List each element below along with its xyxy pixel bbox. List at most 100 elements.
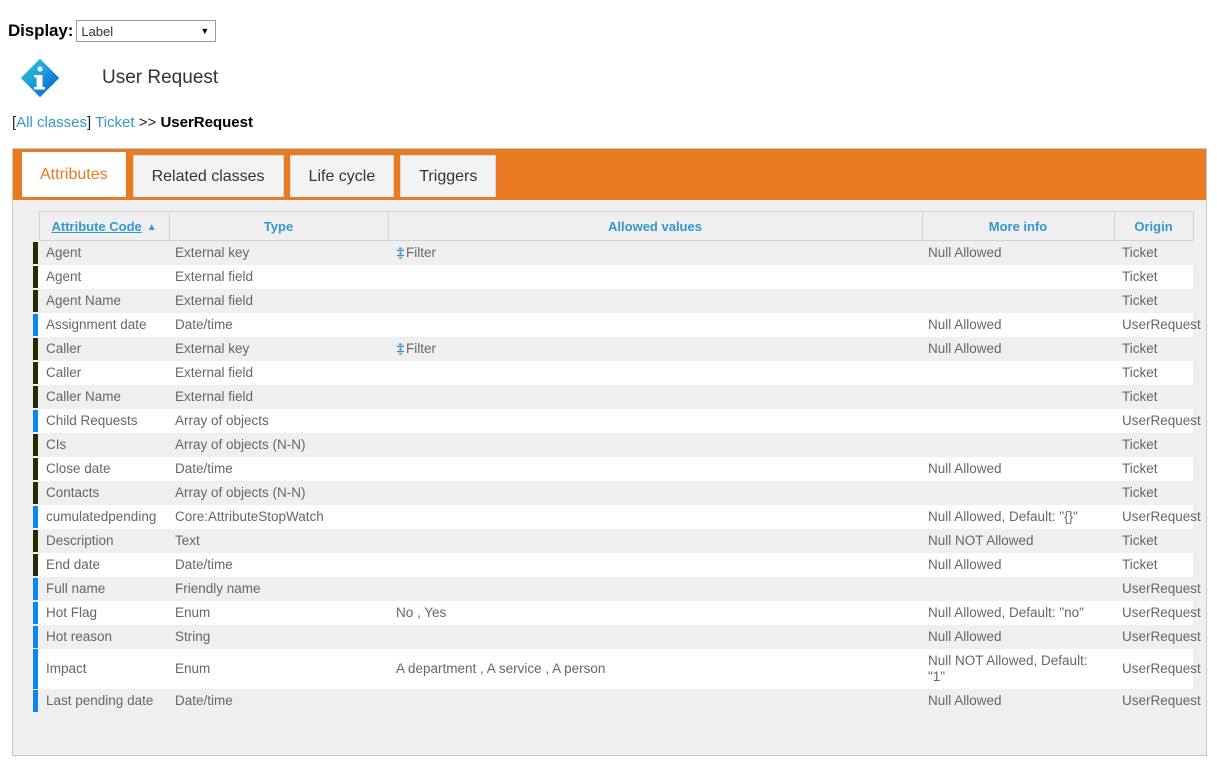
column-header-allowed-values[interactable]: Allowed values: [388, 212, 922, 241]
origin-marker-bar: [33, 242, 38, 264]
cell-allowed-values: [388, 265, 922, 289]
display-label: Display:: [8, 21, 73, 41]
cell-origin: UserRequest: [1114, 505, 1193, 529]
tab-related-classes[interactable]: Related classes: [133, 155, 284, 197]
cell-allowed-values: [388, 689, 922, 713]
table-row[interactable]: Agent NameExternal fieldTicket: [33, 289, 1193, 313]
class-header: User Request: [0, 44, 1217, 100]
cell-origin: Ticket: [1114, 457, 1193, 481]
info-diamond-icon: [16, 54, 64, 102]
cell-more-info: [922, 289, 1114, 313]
cell-more-info: Null Allowed: [922, 625, 1114, 649]
cell-attribute-code: Hot Flag: [39, 601, 169, 625]
cell-allowed-values: [388, 481, 922, 505]
display-select-value: Label: [81, 24, 200, 39]
breadcrumb-all-classes-link[interactable]: All classes: [16, 114, 87, 131]
display-toolbar: Display: Label ▼: [0, 0, 1217, 44]
cell-origin: UserRequest: [1114, 649, 1193, 689]
cell-origin: UserRequest: [1114, 409, 1193, 433]
table-row[interactable]: AgentExternal fieldTicket: [33, 265, 1193, 289]
cell-allowed-values: [388, 553, 922, 577]
cell-attribute-code: Close date: [39, 457, 169, 481]
tab-attributes[interactable]: Attributes: [21, 151, 127, 197]
display-select[interactable]: Label ▼: [76, 20, 216, 42]
cell-origin: UserRequest: [1114, 625, 1193, 649]
cell-allowed-values: [388, 385, 922, 409]
tab-attributes-label: Attributes: [40, 166, 108, 184]
cell-type: Friendly name: [169, 577, 388, 601]
table-row[interactable]: Caller NameExternal fieldTicket: [33, 385, 1193, 409]
table-row[interactable]: Hot reasonStringNull AllowedUserRequest: [33, 625, 1193, 649]
cell-origin: Ticket: [1114, 481, 1193, 505]
cell-more-info: Null NOT Allowed: [922, 529, 1114, 553]
cell-more-info: Null NOT Allowed, Default: "1": [922, 649, 1114, 689]
table-row[interactable]: CallerExternal fieldTicket: [33, 361, 1193, 385]
cell-origin: UserRequest: [1114, 313, 1193, 337]
column-header-attribute-code-label: Attribute Code: [52, 219, 142, 234]
sort-ascending-icon: ▲: [147, 222, 157, 233]
table-row[interactable]: CallerExternal keyFilterNull AllowedTick…: [33, 337, 1193, 361]
table-row[interactable]: End dateDate/timeNull AllowedTicket: [33, 553, 1193, 577]
cell-more-info: [922, 433, 1114, 457]
column-header-attribute-code[interactable]: Attribute Code ▲: [39, 212, 169, 241]
cell-type: Text: [169, 529, 388, 553]
table-header-row: Attribute Code ▲ Type Allowed values More…: [33, 212, 1193, 241]
origin-marker-bar: [33, 690, 38, 712]
cell-more-info: [922, 361, 1114, 385]
cell-type: External field: [169, 385, 388, 409]
cell-type: External key: [169, 337, 388, 361]
column-header-more-info[interactable]: More info: [922, 212, 1114, 241]
tab-life-cycle[interactable]: Life cycle: [290, 155, 395, 197]
table-row[interactable]: DescriptionTextNull NOT AllowedTicket: [33, 529, 1193, 553]
cell-type: External field: [169, 361, 388, 385]
cell-attribute-code: Child Requests: [39, 409, 169, 433]
table-row[interactable]: Child RequestsArray of objectsUserReques…: [33, 409, 1193, 433]
breadcrumb: [All classes] Ticket >> UserRequest: [0, 100, 1217, 136]
cell-more-info: Null Allowed: [922, 553, 1114, 577]
cell-more-info: Null Allowed: [922, 689, 1114, 713]
tab-triggers[interactable]: Triggers: [400, 155, 496, 197]
cell-origin: UserRequest: [1114, 577, 1193, 601]
table-row[interactable]: CIsArray of objects (N-N)Ticket: [33, 433, 1193, 457]
attributes-table-body: AgentExternal keyFilterNull AllowedTicke…: [33, 241, 1193, 713]
table-row[interactable]: Last pending dateDate/timeNull AllowedUs…: [33, 689, 1193, 713]
cell-type: Array of objects (N-N): [169, 481, 388, 505]
origin-marker-bar: [33, 386, 38, 408]
cell-more-info: Null Allowed: [922, 313, 1114, 337]
cell-attribute-code: Agent: [39, 241, 169, 265]
table-row[interactable]: Close dateDate/timeNull AllowedTicket: [33, 457, 1193, 481]
origin-marker-bar: [33, 554, 38, 576]
table-row[interactable]: AgentExternal keyFilterNull AllowedTicke…: [33, 241, 1193, 265]
cell-more-info: Null Allowed, Default: "no": [922, 601, 1114, 625]
table-row[interactable]: Hot FlagEnumNo , YesNull Allowed, Defaul…: [33, 601, 1193, 625]
cell-allowed-values: No , Yes: [388, 601, 922, 625]
table-row[interactable]: ContactsArray of objects (N-N)Ticket: [33, 481, 1193, 505]
origin-marker-bar: [33, 649, 38, 689]
cell-allowed-values: A department , A service , A person: [388, 649, 922, 689]
cell-origin: UserRequest: [1114, 689, 1193, 713]
table-row[interactable]: cumulatedpendingCore:AttributeStopWatchN…: [33, 505, 1193, 529]
cell-more-info: [922, 265, 1114, 289]
column-header-origin[interactable]: Origin: [1114, 212, 1193, 241]
breadcrumb-parent-link[interactable]: Ticket: [95, 114, 134, 131]
cell-type: Date/time: [169, 313, 388, 337]
column-header-type[interactable]: Type: [169, 212, 388, 241]
chevron-down-icon: ▼: [200, 27, 209, 36]
table-row[interactable]: Assignment dateDate/timeNull AllowedUser…: [33, 313, 1193, 337]
cell-origin: Ticket: [1114, 529, 1193, 553]
cell-allowed-values: [388, 409, 922, 433]
cell-type: Enum: [169, 601, 388, 625]
origin-marker-bar: [33, 314, 38, 336]
cell-origin: UserRequest: [1114, 601, 1193, 625]
cell-attribute-code: End date: [39, 553, 169, 577]
cell-type: External field: [169, 289, 388, 313]
cell-origin: Ticket: [1114, 553, 1193, 577]
origin-marker-bar: [33, 626, 38, 648]
origin-marker-bar: [33, 434, 38, 456]
origin-marker-bar: [33, 362, 38, 384]
table-row[interactable]: Full nameFriendly nameUserRequest: [33, 577, 1193, 601]
cell-attribute-code: Impact: [39, 649, 169, 689]
cell-more-info: Null Allowed: [922, 337, 1114, 361]
cell-allowed-values: [388, 577, 922, 601]
table-row[interactable]: ImpactEnumA department , A service , A p…: [33, 649, 1193, 689]
